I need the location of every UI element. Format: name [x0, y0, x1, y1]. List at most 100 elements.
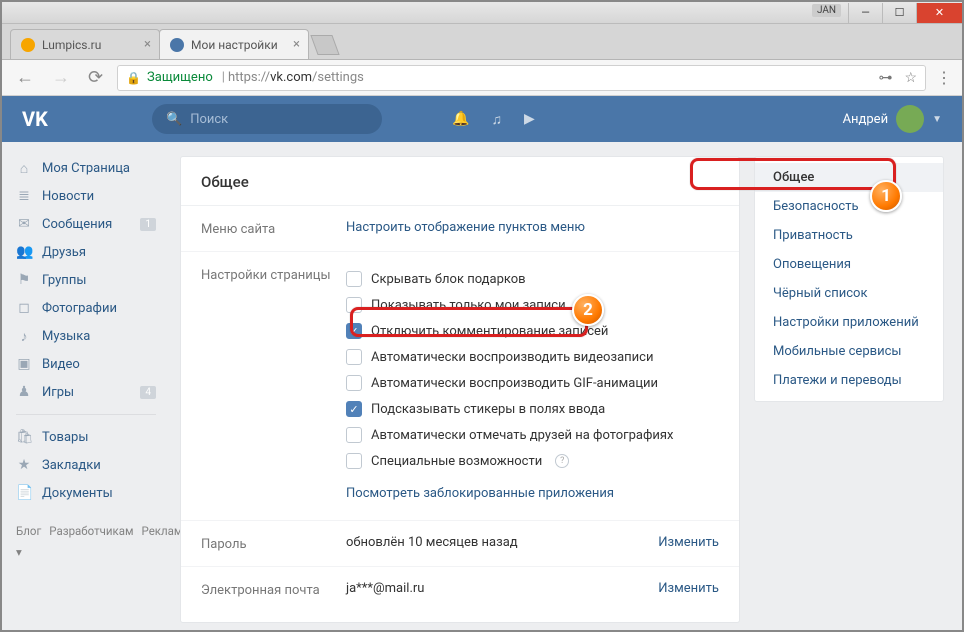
- side-menu-item[interactable]: Платежи и переводы: [755, 366, 943, 395]
- nav-label: Новости: [42, 189, 94, 204]
- nav-forward-icon: →: [48, 67, 74, 88]
- checkbox-row: ✓Отключить комментирование записей: [346, 318, 719, 344]
- checkbox-row: Скрывать блок подарков: [346, 266, 719, 292]
- nav-item[interactable]: ◻ Фотографии: [16, 294, 166, 322]
- side-menu-item[interactable]: Оповещения: [755, 250, 943, 279]
- secure-label: Защищено: [147, 70, 213, 85]
- play-icon[interactable]: ▶: [524, 111, 535, 128]
- nav-icon: ♪: [16, 328, 32, 345]
- favicon-icon: [170, 38, 184, 52]
- vk-username: Андрей: [843, 112, 889, 127]
- vk-logo[interactable]: VK: [22, 107, 152, 131]
- url-host: vk.com: [270, 70, 312, 85]
- vk-search-input[interactable]: 🔍 Поиск: [152, 104, 382, 134]
- help-icon[interactable]: ?: [555, 454, 569, 468]
- side-menu-item[interactable]: Чёрный список: [755, 279, 943, 308]
- row-label: Меню сайта: [201, 220, 346, 237]
- callout-1: 1: [870, 180, 902, 212]
- side-menu-item[interactable]: Мобильные сервисы: [755, 337, 943, 366]
- window-close-button[interactable]: ✕: [916, 3, 962, 23]
- tab-close-icon[interactable]: ×: [144, 37, 151, 52]
- browser-toolbar: ← → ⟳ 🔒 Защищено | https://vk.com/settin…: [2, 60, 962, 96]
- favicon-icon: [21, 38, 35, 52]
- nav-footer: БлогРазработчикамРекламаЕщё ▾: [16, 521, 166, 562]
- nav-separator: [16, 414, 156, 415]
- new-tab-button[interactable]: [310, 35, 339, 55]
- tab-close-icon[interactable]: ×: [293, 37, 300, 52]
- checkbox[interactable]: [346, 427, 362, 443]
- nav-icon: ◻: [16, 300, 32, 316]
- nav-label: Музыка: [42, 329, 90, 344]
- blocked-apps-link[interactable]: Посмотреть заблокированные приложения: [346, 486, 614, 501]
- checkbox-label: Автоматически воспроизводить GIF-анимаци…: [371, 376, 658, 391]
- nav-icon: ♟: [16, 384, 32, 400]
- browser-menu-icon[interactable]: ⋮: [936, 68, 952, 87]
- checkbox[interactable]: [346, 297, 362, 313]
- chevron-down-icon: ▼: [932, 114, 942, 125]
- search-placeholder: Поиск: [190, 112, 228, 127]
- nav-label: Видео: [42, 357, 80, 372]
- footer-link[interactable]: Разработчикам: [49, 524, 133, 538]
- nav-icon: ⌂: [16, 160, 32, 177]
- tab-title: Мои настройки: [191, 38, 278, 52]
- checkbox-row: ✓ Подсказывать стикеры в полях ввода: [346, 396, 719, 422]
- window-titlebar: JAN — ☐ ✕: [2, 2, 962, 24]
- checkbox-row: Показывать только мои записи: [346, 292, 719, 318]
- music-icon[interactable]: ♫: [491, 111, 502, 128]
- nav-badge: 4: [140, 386, 156, 399]
- row-label: Настройки страницы: [201, 266, 346, 283]
- side-menu-item[interactable]: Общее: [755, 163, 943, 192]
- nav-label: Закладки: [42, 458, 101, 473]
- nav-item[interactable]: ★Закладки: [16, 451, 166, 479]
- nav-item[interactable]: ≣Новости: [16, 182, 166, 210]
- window-minimize-button[interactable]: —: [848, 3, 882, 23]
- nav-item[interactable]: 📄Документы: [16, 479, 166, 507]
- nav-item[interactable]: ⌂ Моя Страница: [16, 154, 166, 182]
- nav-item[interactable]: 👥Друзья: [16, 238, 166, 266]
- side-menu-item[interactable]: Настройки приложений: [755, 308, 943, 337]
- checkbox[interactable]: [346, 271, 362, 287]
- nav-item[interactable]: ✉Сообщения1: [16, 210, 166, 238]
- window-maximize-button[interactable]: ☐: [882, 3, 916, 23]
- checkbox-label: Скрывать блок подарков: [371, 272, 526, 287]
- save-password-icon[interactable]: ⊶: [878, 70, 892, 86]
- change-password-link[interactable]: Изменить: [658, 535, 719, 550]
- browser-tab-vk-settings[interactable]: Мои настройки ×: [159, 29, 309, 59]
- change-email-link[interactable]: Изменить: [658, 581, 719, 596]
- nav-icon: 📄: [16, 485, 32, 501]
- search-icon: 🔍: [166, 112, 182, 127]
- checkbox[interactable]: [346, 453, 362, 469]
- checkbox-row: Автоматически воспроизводить видеозаписи: [346, 344, 719, 370]
- footer-link[interactable]: Блог: [16, 524, 41, 538]
- checkbox-label: Подсказывать стикеры в полях ввода: [371, 402, 605, 417]
- checkbox[interactable]: [346, 349, 362, 365]
- bookmark-icon[interactable]: ☆: [904, 70, 917, 86]
- vk-user-menu[interactable]: Андрей ▼: [843, 105, 942, 133]
- nav-item[interactable]: ♟Игры4: [16, 378, 166, 406]
- callout-2: 2: [572, 294, 604, 326]
- nav-reload-icon[interactable]: ⟳: [84, 67, 107, 88]
- checkbox-row: Специальные возможности?: [346, 448, 719, 474]
- nav-item[interactable]: ▣Видео: [16, 350, 166, 378]
- browser-tab-lumpics[interactable]: Lumpics.ru ×: [10, 29, 160, 59]
- nav-item[interactable]: ⚑Группы: [16, 266, 166, 294]
- checkbox-label: Автоматически воспроизводить видеозаписи: [371, 350, 653, 365]
- nav-label: Фотографии: [42, 301, 117, 316]
- side-menu-item[interactable]: Безопасность: [755, 192, 943, 221]
- nav-item[interactable]: ♪ Музыка: [16, 322, 166, 350]
- configure-menu-link[interactable]: Настроить отображение пунктов меню: [346, 220, 585, 235]
- side-menu-item[interactable]: Приватность: [755, 221, 943, 250]
- address-bar[interactable]: 🔒 Защищено | https://vk.com/settings ⊶ ☆: [117, 65, 926, 91]
- nav-label: Товары: [42, 430, 88, 445]
- nav-item[interactable]: 🛍 Товары: [16, 423, 166, 451]
- notifications-icon[interactable]: 🔔: [452, 111, 469, 128]
- nav-label: Друзья: [42, 245, 86, 260]
- nav-label: Сообщения: [42, 217, 112, 232]
- checkbox[interactable]: [346, 375, 362, 391]
- nav-icon: 🛍: [16, 429, 32, 445]
- checkbox[interactable]: ✓: [346, 323, 362, 339]
- checkbox[interactable]: ✓: [346, 401, 362, 417]
- nav-back-icon[interactable]: ←: [12, 67, 38, 88]
- row-label: Электронная почта: [201, 581, 346, 598]
- nav-label: Моя Страница: [42, 161, 130, 176]
